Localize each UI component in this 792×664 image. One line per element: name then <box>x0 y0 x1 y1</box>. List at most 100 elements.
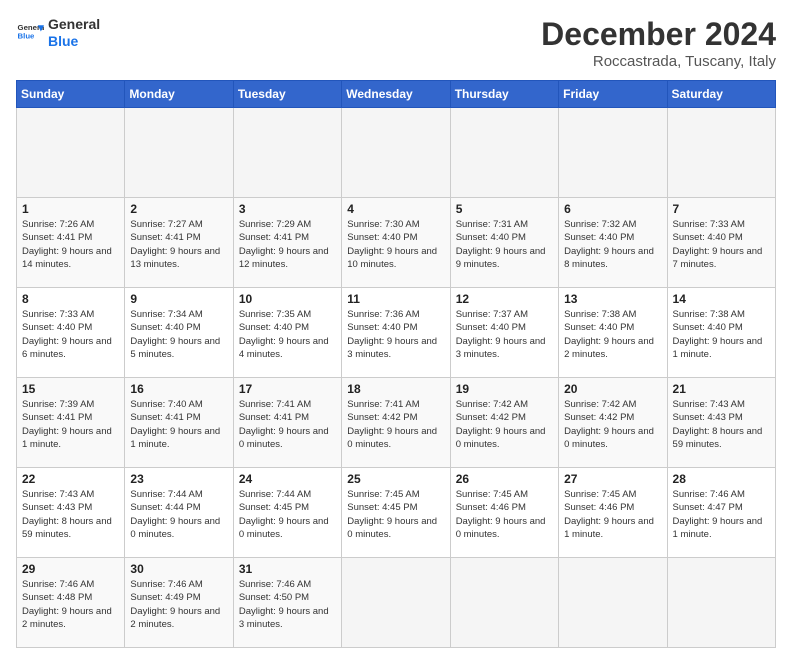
calendar-cell: 26 Sunrise: 7:45 AMSunset: 4:46 PMDaylig… <box>450 468 558 558</box>
cell-detail: Sunrise: 7:39 AMSunset: 4:41 PMDaylight:… <box>22 399 112 450</box>
day-number: 8 <box>22 292 119 306</box>
cell-detail: Sunrise: 7:45 AMSunset: 4:45 PMDaylight:… <box>347 489 437 540</box>
day-number: 14 <box>673 292 770 306</box>
calendar-cell: 31 Sunrise: 7:46 AMSunset: 4:50 PMDaylig… <box>233 558 341 648</box>
logo-text-line2: Blue <box>48 33 100 50</box>
cell-detail: Sunrise: 7:42 AMSunset: 4:42 PMDaylight:… <box>456 399 546 450</box>
day-number: 21 <box>673 382 770 396</box>
day-number: 6 <box>564 202 661 216</box>
title-area: December 2024 Roccastrada, Tuscany, Ital… <box>541 16 776 70</box>
calendar-cell <box>450 558 558 648</box>
day-number: 20 <box>564 382 661 396</box>
day-number: 5 <box>456 202 553 216</box>
day-number: 16 <box>130 382 227 396</box>
calendar-cell <box>559 108 667 198</box>
calendar-cell: 30 Sunrise: 7:46 AMSunset: 4:49 PMDaylig… <box>125 558 233 648</box>
day-number: 2 <box>130 202 227 216</box>
col-header-saturday: Saturday <box>667 81 775 108</box>
day-number: 15 <box>22 382 119 396</box>
logo-text-line1: General <box>48 16 100 33</box>
week-row-5: 29 Sunrise: 7:46 AMSunset: 4:48 PMDaylig… <box>17 558 776 648</box>
day-number: 30 <box>130 562 227 576</box>
cell-detail: Sunrise: 7:34 AMSunset: 4:40 PMDaylight:… <box>130 309 220 360</box>
calendar-cell: 1 Sunrise: 7:26 AMSunset: 4:41 PMDayligh… <box>17 198 125 288</box>
cell-detail: Sunrise: 7:43 AMSunset: 4:43 PMDaylight:… <box>673 399 763 450</box>
calendar-cell: 7 Sunrise: 7:33 AMSunset: 4:40 PMDayligh… <box>667 198 775 288</box>
week-row-3: 15 Sunrise: 7:39 AMSunset: 4:41 PMDaylig… <box>17 378 776 468</box>
col-header-sunday: Sunday <box>17 81 125 108</box>
cell-detail: Sunrise: 7:46 AMSunset: 4:47 PMDaylight:… <box>673 489 763 540</box>
cell-detail: Sunrise: 7:29 AMSunset: 4:41 PMDaylight:… <box>239 219 329 270</box>
calendar-cell: 2 Sunrise: 7:27 AMSunset: 4:41 PMDayligh… <box>125 198 233 288</box>
calendar-table: SundayMondayTuesdayWednesdayThursdayFrid… <box>16 80 776 648</box>
calendar-cell: 28 Sunrise: 7:46 AMSunset: 4:47 PMDaylig… <box>667 468 775 558</box>
calendar-cell: 24 Sunrise: 7:44 AMSunset: 4:45 PMDaylig… <box>233 468 341 558</box>
cell-detail: Sunrise: 7:33 AMSunset: 4:40 PMDaylight:… <box>673 219 763 270</box>
calendar-cell: 10 Sunrise: 7:35 AMSunset: 4:40 PMDaylig… <box>233 288 341 378</box>
day-number: 22 <box>22 472 119 486</box>
cell-detail: Sunrise: 7:44 AMSunset: 4:44 PMDaylight:… <box>130 489 220 540</box>
cell-detail: Sunrise: 7:45 AMSunset: 4:46 PMDaylight:… <box>564 489 654 540</box>
col-header-thursday: Thursday <box>450 81 558 108</box>
logo: General Blue General Blue <box>16 16 100 50</box>
cell-detail: Sunrise: 7:41 AMSunset: 4:41 PMDaylight:… <box>239 399 329 450</box>
cell-detail: Sunrise: 7:27 AMSunset: 4:41 PMDaylight:… <box>130 219 220 270</box>
calendar-cell <box>17 108 125 198</box>
week-row-1: 1 Sunrise: 7:26 AMSunset: 4:41 PMDayligh… <box>17 198 776 288</box>
calendar-cell: 20 Sunrise: 7:42 AMSunset: 4:42 PMDaylig… <box>559 378 667 468</box>
day-number: 11 <box>347 292 444 306</box>
calendar-cell: 15 Sunrise: 7:39 AMSunset: 4:41 PMDaylig… <box>17 378 125 468</box>
month-title: December 2024 <box>541 16 776 53</box>
col-header-tuesday: Tuesday <box>233 81 341 108</box>
week-row-2: 8 Sunrise: 7:33 AMSunset: 4:40 PMDayligh… <box>17 288 776 378</box>
cell-detail: Sunrise: 7:45 AMSunset: 4:46 PMDaylight:… <box>456 489 546 540</box>
cell-detail: Sunrise: 7:46 AMSunset: 4:49 PMDaylight:… <box>130 579 220 630</box>
day-number: 3 <box>239 202 336 216</box>
day-number: 25 <box>347 472 444 486</box>
calendar-cell: 21 Sunrise: 7:43 AMSunset: 4:43 PMDaylig… <box>667 378 775 468</box>
calendar-cell: 13 Sunrise: 7:38 AMSunset: 4:40 PMDaylig… <box>559 288 667 378</box>
day-number: 27 <box>564 472 661 486</box>
calendar-cell: 6 Sunrise: 7:32 AMSunset: 4:40 PMDayligh… <box>559 198 667 288</box>
calendar-cell <box>125 108 233 198</box>
calendar-cell: 27 Sunrise: 7:45 AMSunset: 4:46 PMDaylig… <box>559 468 667 558</box>
cell-detail: Sunrise: 7:33 AMSunset: 4:40 PMDaylight:… <box>22 309 112 360</box>
cell-detail: Sunrise: 7:40 AMSunset: 4:41 PMDaylight:… <box>130 399 220 450</box>
day-number: 18 <box>347 382 444 396</box>
day-number: 31 <box>239 562 336 576</box>
calendar-cell: 22 Sunrise: 7:43 AMSunset: 4:43 PMDaylig… <box>17 468 125 558</box>
day-number: 17 <box>239 382 336 396</box>
calendar-cell: 29 Sunrise: 7:46 AMSunset: 4:48 PMDaylig… <box>17 558 125 648</box>
calendar-cell <box>667 108 775 198</box>
calendar-cell: 16 Sunrise: 7:40 AMSunset: 4:41 PMDaylig… <box>125 378 233 468</box>
day-number: 29 <box>22 562 119 576</box>
cell-detail: Sunrise: 7:32 AMSunset: 4:40 PMDaylight:… <box>564 219 654 270</box>
day-number: 13 <box>564 292 661 306</box>
calendar-cell <box>450 108 558 198</box>
calendar-cell: 4 Sunrise: 7:30 AMSunset: 4:40 PMDayligh… <box>342 198 450 288</box>
day-number: 24 <box>239 472 336 486</box>
day-number: 19 <box>456 382 553 396</box>
day-number: 1 <box>22 202 119 216</box>
cell-detail: Sunrise: 7:35 AMSunset: 4:40 PMDaylight:… <box>239 309 329 360</box>
day-number: 10 <box>239 292 336 306</box>
week-row-4: 22 Sunrise: 7:43 AMSunset: 4:43 PMDaylig… <box>17 468 776 558</box>
calendar-cell: 18 Sunrise: 7:41 AMSunset: 4:42 PMDaylig… <box>342 378 450 468</box>
header-row: SundayMondayTuesdayWednesdayThursdayFrid… <box>17 81 776 108</box>
header: General Blue General Blue December 2024 … <box>16 16 776 70</box>
cell-detail: Sunrise: 7:43 AMSunset: 4:43 PMDaylight:… <box>22 489 112 540</box>
day-number: 9 <box>130 292 227 306</box>
logo-icon: General Blue <box>16 19 44 47</box>
calendar-cell: 19 Sunrise: 7:42 AMSunset: 4:42 PMDaylig… <box>450 378 558 468</box>
calendar-cell: 17 Sunrise: 7:41 AMSunset: 4:41 PMDaylig… <box>233 378 341 468</box>
calendar-cell: 9 Sunrise: 7:34 AMSunset: 4:40 PMDayligh… <box>125 288 233 378</box>
cell-detail: Sunrise: 7:42 AMSunset: 4:42 PMDaylight:… <box>564 399 654 450</box>
day-number: 7 <box>673 202 770 216</box>
calendar-cell: 11 Sunrise: 7:36 AMSunset: 4:40 PMDaylig… <box>342 288 450 378</box>
cell-detail: Sunrise: 7:26 AMSunset: 4:41 PMDaylight:… <box>22 219 112 270</box>
cell-detail: Sunrise: 7:41 AMSunset: 4:42 PMDaylight:… <box>347 399 437 450</box>
calendar-cell <box>233 108 341 198</box>
calendar-cell <box>559 558 667 648</box>
cell-detail: Sunrise: 7:44 AMSunset: 4:45 PMDaylight:… <box>239 489 329 540</box>
col-header-friday: Friday <box>559 81 667 108</box>
